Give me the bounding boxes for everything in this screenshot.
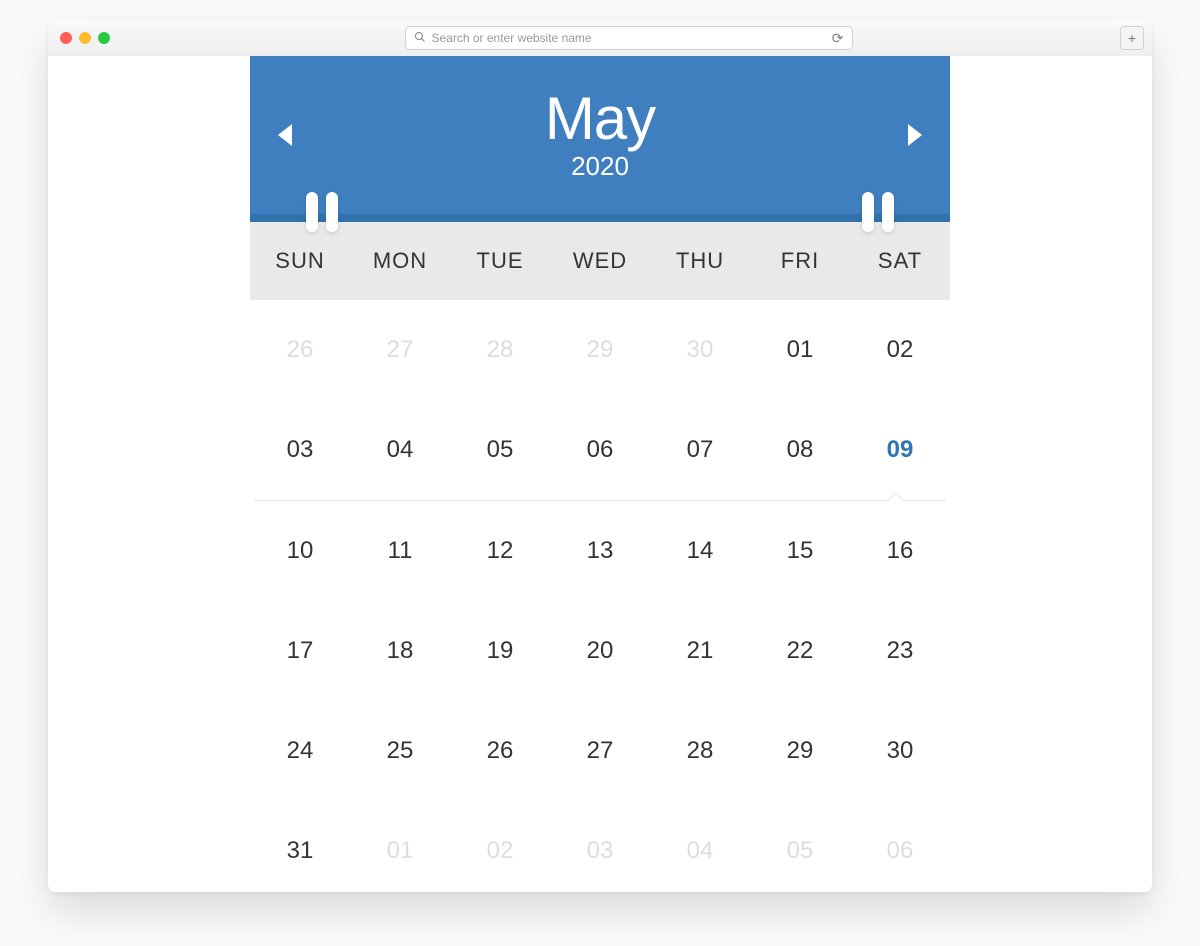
calendar-day[interactable]: 26 [450,701,550,801]
calendar-day[interactable]: 23 [850,601,950,701]
address-bar[interactable]: Search or enter website name ⟳ [405,26,853,50]
browser-titlebar: Search or enter website name ⟳ + [48,20,1152,57]
calendar-day[interactable]: 25 [350,701,450,801]
day-of-week-label: MON [350,248,450,274]
day-of-week-label: FRI [750,248,850,274]
ring-hole [862,192,874,232]
window-zoom-button[interactable] [98,32,110,44]
browser-window: Search or enter website name ⟳ + May 202… [48,20,1152,892]
calendar-header: May 2020 [250,56,950,214]
window-minimize-button[interactable] [79,32,91,44]
calendar-day[interactable]: 02 [450,801,550,892]
calendar-day[interactable]: 30 [850,701,950,801]
previous-month-button[interactable] [278,124,292,146]
calendar-day[interactable]: 10 [250,501,350,601]
calendar-day[interactable]: 29 [750,701,850,801]
new-tab-button[interactable]: + [1120,26,1144,50]
ring-hole [306,192,318,232]
ring-hole [882,192,894,232]
calendar-day[interactable]: 17 [250,601,350,701]
day-of-week-label: SUN [250,248,350,274]
window-close-button[interactable] [60,32,72,44]
day-of-week-row: SUN MON TUE WED THU FRI SAT [250,222,950,300]
calendar-day[interactable]: 12 [450,501,550,601]
calendar-day[interactable]: 03 [250,400,350,500]
calendar-day[interactable]: 19 [450,601,550,701]
calendar-binder-bar [250,214,950,222]
calendar-day[interactable]: 13 [550,501,650,601]
calendar-day[interactable]: 07 [650,400,750,500]
calendar: May 2020 SUN MON TUE WED THU [250,56,950,892]
calendar-day[interactable]: 27 [550,701,650,801]
calendar-day[interactable]: 05 [450,400,550,500]
calendar-day[interactable]: 29 [550,300,650,400]
day-of-week-label: SAT [850,248,950,274]
reload-icon[interactable]: ⟳ [832,30,844,47]
day-of-week-label: WED [550,248,650,274]
calendar-day[interactable]: 27 [350,300,450,400]
calendar-day[interactable]: 30 [650,300,750,400]
calendar-day[interactable]: 26 [250,300,350,400]
calendar-day[interactable]: 22 [750,601,850,701]
page-viewport: May 2020 SUN MON TUE WED THU [48,56,1152,892]
calendar-day-selected[interactable]: 09 [850,400,950,500]
calendar-day[interactable]: 06 [550,400,650,500]
calendar-day[interactable]: 06 [850,801,950,892]
address-bar-placeholder: Search or enter website name [432,31,592,45]
calendar-day[interactable]: 01 [750,300,850,400]
calendar-day[interactable]: 24 [250,701,350,801]
calendar-day[interactable]: 14 [650,501,750,601]
calendar-day[interactable]: 01 [350,801,450,892]
calendar-day[interactable]: 16 [850,501,950,601]
calendar-month-label: May [545,89,655,149]
next-month-button[interactable] [908,124,922,146]
ring-hole [326,192,338,232]
calendar-day[interactable]: 11 [350,501,450,601]
calendar-day[interactable]: 15 [750,501,850,601]
calendar-day[interactable]: 04 [650,801,750,892]
calendar-day[interactable]: 08 [750,400,850,500]
search-icon [414,31,426,46]
calendar-day[interactable]: 28 [450,300,550,400]
calendar-day[interactable]: 21 [650,601,750,701]
calendar-day[interactable]: 02 [850,300,950,400]
calendar-day[interactable]: 05 [750,801,850,892]
calendar-day[interactable]: 20 [550,601,650,701]
calendar-day[interactable]: 18 [350,601,450,701]
calendar-grid: 2627282930010203040506070809101112131415… [250,300,950,892]
day-of-week-label: THU [650,248,750,274]
calendar-day[interactable]: 03 [550,801,650,892]
calendar-year-label: 2020 [545,151,655,182]
day-of-week-label: TUE [450,248,550,274]
calendar-day[interactable]: 04 [350,400,450,500]
calendar-day[interactable]: 28 [650,701,750,801]
calendar-day[interactable]: 31 [250,801,350,892]
